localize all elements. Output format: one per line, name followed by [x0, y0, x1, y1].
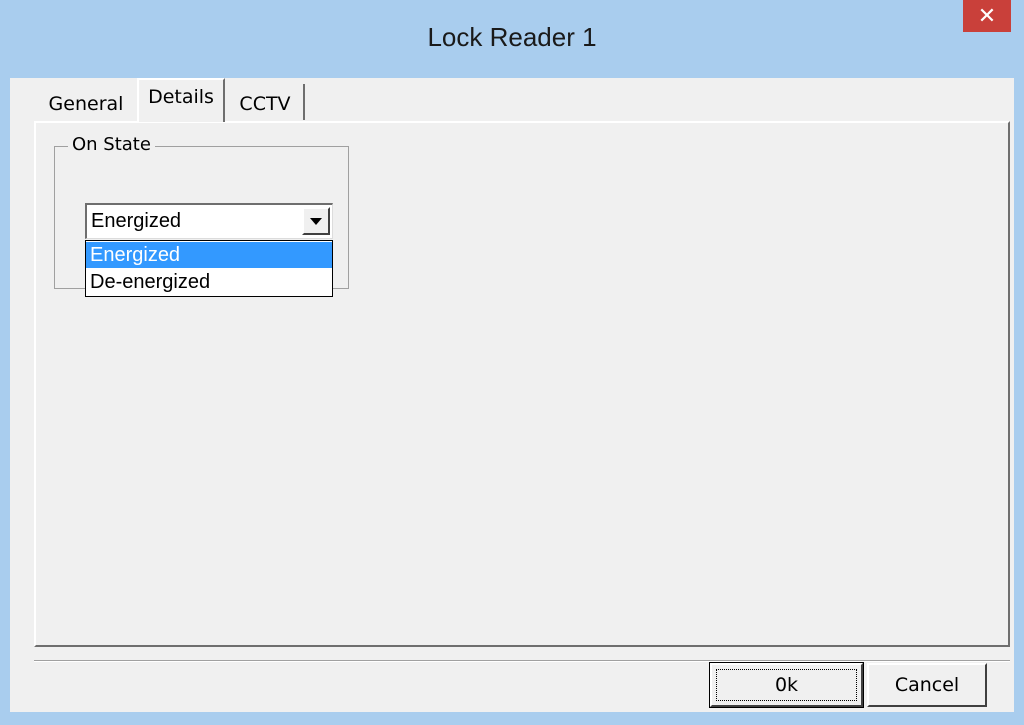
focus-rectangle	[716, 669, 857, 701]
tab-cctv[interactable]: CCTV	[227, 84, 305, 120]
cancel-button[interactable]: Cancel	[867, 663, 987, 707]
chevron-down-icon	[310, 218, 322, 225]
dialog-client-area: General Details CCTV On State Energized …	[10, 78, 1014, 712]
tab-general-label: General	[48, 93, 124, 115]
tab-details[interactable]: Details	[137, 78, 225, 122]
button-area-divider	[34, 660, 1010, 662]
dropdown-option-energized[interactable]: Energized	[86, 242, 332, 268]
window-title: Lock Reader 1	[427, 22, 597, 52]
dropdown-arrow-button[interactable]	[302, 207, 330, 235]
on-state-combobox[interactable]: Energized	[85, 203, 333, 239]
cancel-button-label: Cancel	[894, 674, 960, 696]
close-button[interactable]: ✕	[963, 0, 1011, 32]
on-state-dropdown-list: Energized De-energized	[85, 240, 333, 297]
on-state-group-label: On State	[68, 134, 155, 155]
dropdown-option-de-energized[interactable]: De-energized	[86, 269, 332, 295]
tab-general[interactable]: General	[36, 84, 136, 120]
tab-details-label: Details	[148, 86, 214, 108]
dialog-window: Lock Reader 1 ✕ General Details CCTV On …	[0, 0, 1024, 725]
tab-cctv-label: CCTV	[239, 93, 291, 115]
ok-button[interactable]: 0k	[709, 662, 864, 708]
on-state-selected-value: Energized	[91, 210, 182, 232]
title-bar[interactable]: Lock Reader 1 ✕	[0, 0, 1024, 78]
close-icon: ✕	[977, 3, 997, 28]
